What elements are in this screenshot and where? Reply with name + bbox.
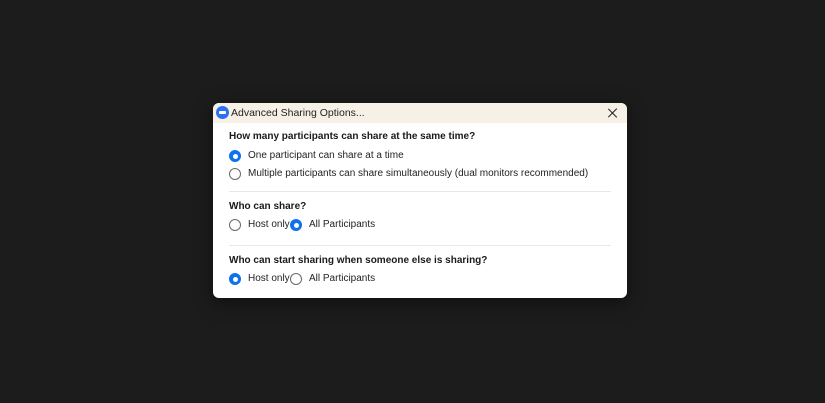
radio-label: Host only	[248, 219, 290, 230]
radio-option-host-only[interactable]: Host only	[229, 273, 290, 285]
radio-label: One participant can share at a time	[248, 150, 404, 161]
question-who-can-start-sharing: Who can start sharing when someone else …	[229, 255, 488, 266]
divider	[229, 245, 611, 246]
radio-option-one-participant[interactable]: One participant can share at a time	[229, 150, 404, 162]
advanced-sharing-dialog: Advanced Sharing Options... How many par…	[213, 103, 627, 298]
title-bar: Advanced Sharing Options...	[213, 103, 627, 123]
radio-button-checked[interactable]	[290, 219, 302, 231]
divider	[229, 191, 611, 192]
radio-button-checked[interactable]	[229, 273, 241, 285]
question-who-can-share: Who can share?	[229, 201, 307, 212]
radio-option-multiple-participants[interactable]: Multiple participants can share simultan…	[229, 168, 588, 180]
radio-option-all-participants[interactable]: All Participants	[290, 219, 375, 231]
radio-option-host-only[interactable]: Host only	[229, 219, 290, 231]
dialog-content: How many participants can share at the s…	[213, 123, 627, 298]
radio-label: Host only	[248, 273, 290, 284]
radio-button[interactable]	[229, 219, 241, 231]
radio-label: Multiple participants can share simultan…	[248, 168, 589, 179]
question-share-count: How many participants can share at the s…	[229, 131, 476, 142]
radio-button[interactable]	[290, 273, 302, 285]
radio-button-checked[interactable]	[229, 150, 241, 162]
close-icon[interactable]	[605, 105, 621, 121]
zoom-app-icon	[216, 106, 229, 119]
radio-label: All Participants	[309, 273, 376, 284]
radio-option-all-participants[interactable]: All Participants	[290, 273, 375, 285]
radio-button[interactable]	[229, 168, 241, 180]
radio-label: All Participants	[309, 219, 376, 230]
window-title: Advanced Sharing Options...	[231, 107, 365, 119]
